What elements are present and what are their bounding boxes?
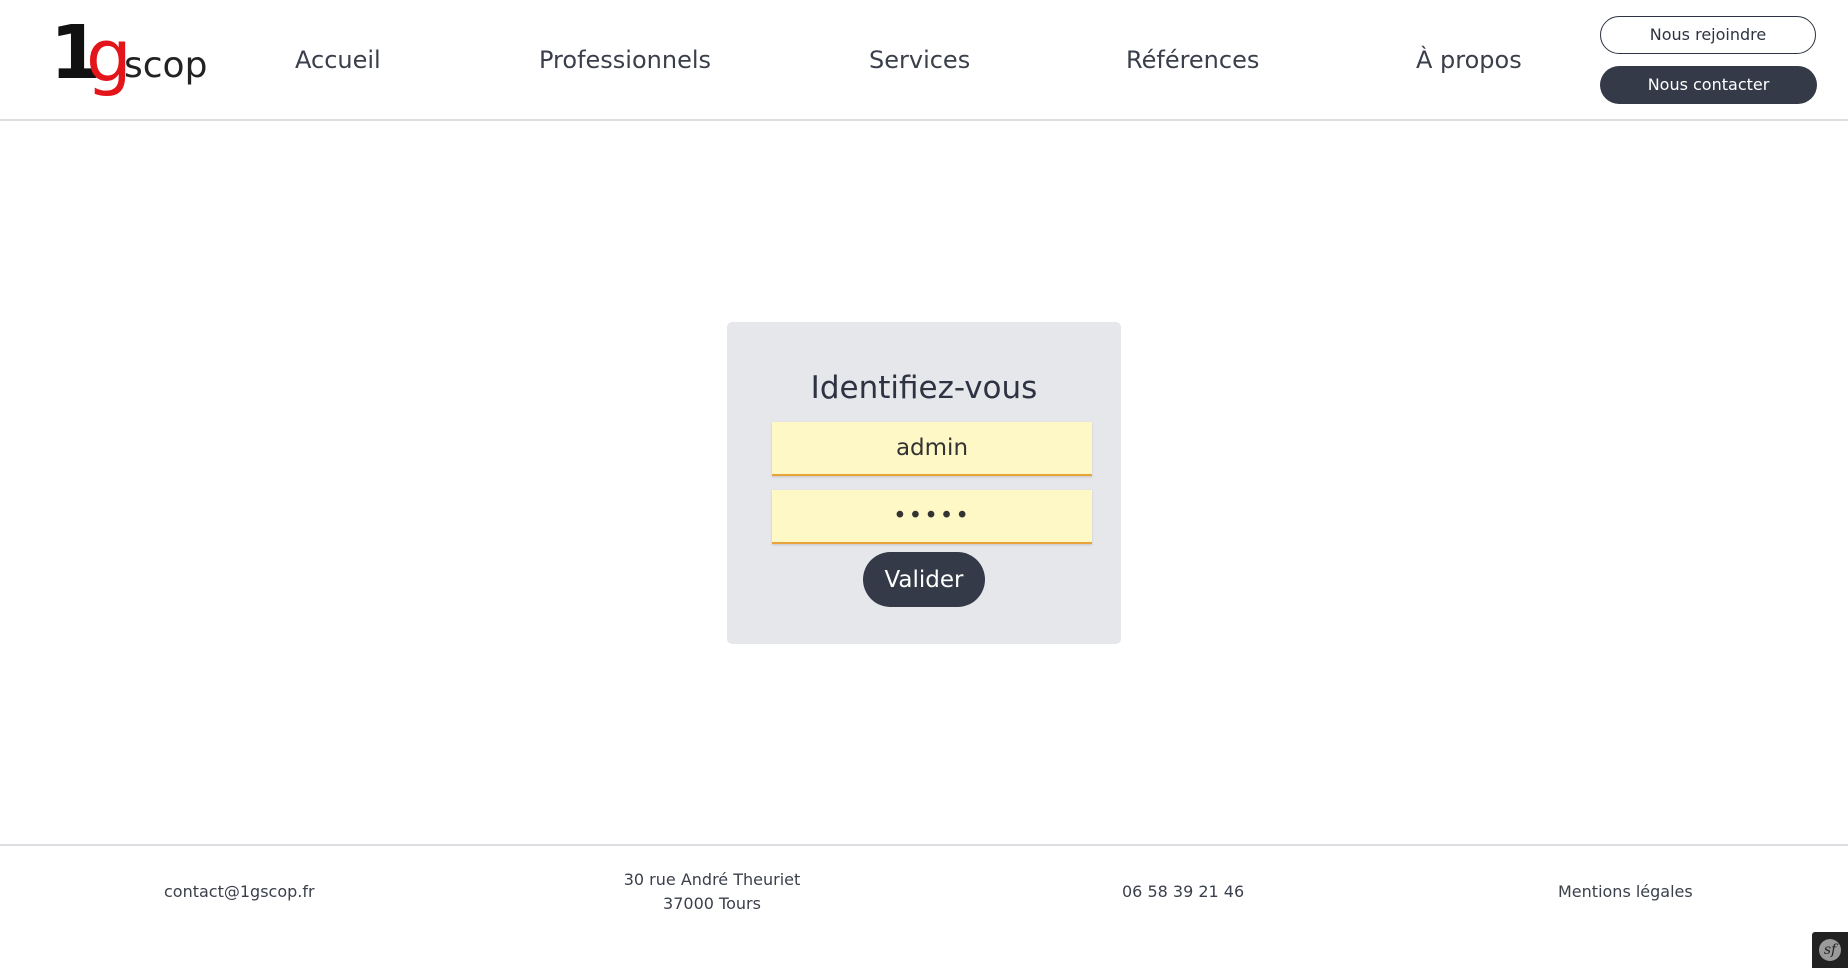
footer-address: 30 rue André Theuriet 37000 Tours	[612, 868, 812, 916]
nav-item-a-propos[interactable]: À propos	[1416, 44, 1522, 76]
footer-email-link[interactable]: contact@1gscop.fr	[164, 880, 315, 904]
login-title: Identifiez-vous	[810, 370, 1038, 406]
footer-address-line1: 30 rue André Theuriet	[623, 870, 801, 889]
nav-item-services[interactable]: Services	[869, 44, 970, 76]
username-input[interactable]	[772, 422, 1092, 476]
debug-toolbar-toggle[interactable]: sf	[1812, 932, 1848, 968]
submit-button[interactable]: Valider	[863, 552, 985, 607]
site-footer: contact@1gscop.fr 30 rue André Theuriet …	[0, 844, 1848, 970]
main-nav: Accueil Professionnels Services Référenc…	[0, 0, 1848, 119]
nav-item-accueil[interactable]: Accueil	[295, 44, 381, 76]
contact-button[interactable]: Nous contacter	[1600, 66, 1817, 104]
password-input[interactable]: •••••	[772, 490, 1092, 544]
symfony-icon: sf	[1819, 939, 1841, 961]
footer-address-line2: 37000 Tours	[663, 894, 761, 913]
footer-legal-link[interactable]: Mentions légales	[1558, 880, 1693, 904]
footer-phone-link[interactable]: 06 58 39 21 46	[1122, 880, 1244, 904]
nav-item-references[interactable]: Références	[1126, 44, 1259, 76]
join-button[interactable]: Nous rejoindre	[1600, 16, 1816, 54]
login-form: Identifiez-vous ••••• Valider	[727, 322, 1121, 644]
nav-item-professionnels[interactable]: Professionnels	[539, 44, 711, 76]
site-header: 1 g scop Accueil Professionnels Services…	[0, 0, 1848, 121]
